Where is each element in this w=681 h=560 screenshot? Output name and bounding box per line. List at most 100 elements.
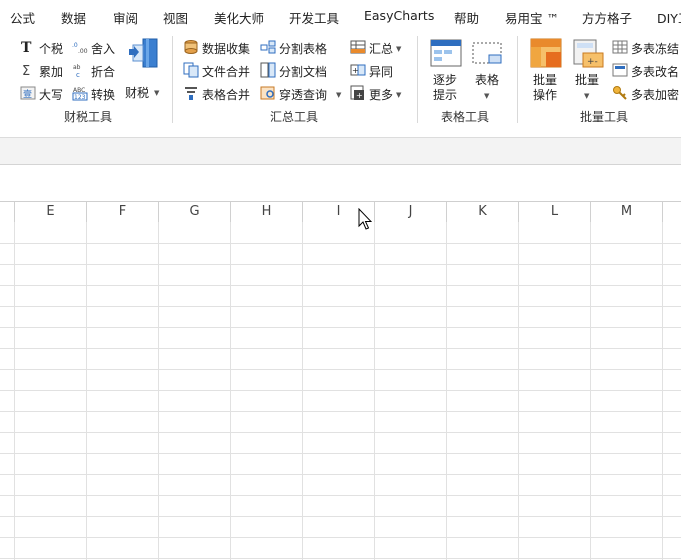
column-header-j[interactable]: J [375,202,447,222]
tab-easycharts[interactable]: EasyCharts [364,8,434,23]
svg-text:T: T [21,40,32,55]
table-menu-button[interactable]: 表格 ▼ [470,37,506,103]
column-header-k[interactable]: K [447,202,519,222]
batch-calculator-icon: +- [573,39,604,68]
column-header-m[interactable]: M [591,202,663,222]
grid-column-line [446,222,447,560]
svg-text:ab: ab [73,64,81,71]
grid-row-line [0,306,681,307]
grid-column-line [302,222,303,560]
column-header-l[interactable]: L [519,202,591,222]
tab-review[interactable]: 审阅 [113,8,138,27]
ribbon-bottom-strip [0,126,681,138]
worksheet-top-area [0,165,681,202]
svg-text:123: 123 [74,94,86,101]
grid-row-line [0,243,681,244]
table-group-label: 表格工具 [441,110,490,124]
compare-icon: + [350,64,366,76]
grid-row-line [0,411,681,412]
tab-fangfang-gezi[interactable]: 方方格子 [582,8,632,27]
grid-row-line [0,474,681,475]
svg-text:壹: 壹 [23,88,32,100]
database-stack-icon [184,40,198,54]
rename-sheet-icon [612,63,628,77]
chevron-down-icon: ▼ [584,92,590,100]
grid-row-line [0,348,681,349]
column-header-row: EFGHIJKLM [0,202,681,223]
chevron-down-icon: ▼ [396,91,402,99]
batch-menu-button[interactable]: +- 批量 ▼ [570,37,606,103]
tab-developer[interactable]: 开发工具 [289,8,339,27]
ribbon-tab-bar: 公式 数据 审阅 视图 美化大师 开发工具 EasyCharts 帮助 易用宝 … [0,0,681,31]
summary-group-label: 汇总工具 [270,110,319,124]
svg-text:c: c [76,71,80,78]
tax-menu-button[interactable]: 财税 ▼ [124,37,164,103]
grid-row-line [0,264,681,265]
grid-row-line [0,537,681,538]
group-divider [172,36,173,123]
convert-abc-icon: abc [73,64,81,78]
column-header-g[interactable]: G [159,202,231,222]
column-header-f[interactable]: F [87,202,159,222]
grid-column-line [230,222,231,560]
grid-row-line [0,495,681,496]
batch-operation-button[interactable]: 批量 操作 [528,37,564,103]
chevron-down-icon: ▼ [396,45,402,53]
svg-text:+: + [352,66,359,75]
grid-row-line [0,369,681,370]
tab-view[interactable]: 视图 [163,8,188,27]
svg-text:+-: +- [587,57,598,67]
freeze-panes-icon [612,40,628,54]
summary-grid-icon [350,40,366,54]
column-header-h[interactable]: H [231,202,303,222]
tab-formulas[interactable]: 公式 [10,8,35,27]
chevron-down-icon: ▼ [336,91,342,99]
tab-help[interactable]: 帮助 [454,8,479,27]
grid-row-line [0,432,681,433]
uppercase-icon: 壹 [20,86,36,100]
grid-column-line [86,222,87,560]
more-tools-icon: + [350,85,364,100]
grid-column-line [374,222,375,560]
group-divider [517,36,518,123]
round-decimal-icon: .0.00 [72,42,88,55]
grid-column-line [158,222,159,560]
step-hint-button[interactable]: 逐步 提示 [428,37,464,103]
key-icon [613,86,627,100]
tab-diy-tools[interactable]: DIY工 [657,8,681,27]
split-document-icon [260,62,276,78]
group-divider [417,36,418,123]
grid-column-line [662,222,663,560]
svg-text:+: + [356,91,363,100]
table-dashed-icon [472,42,502,64]
grid-column-line [14,222,15,560]
column-header-partial[interactable] [0,202,15,222]
abc-123-icon: ABC123 [72,87,88,101]
tax-group-label: 财税工具 [64,110,113,124]
grid-row-line [0,558,681,559]
column-header-e[interactable]: E [15,202,87,222]
svg-text:.00: .00 [78,48,88,55]
grid-column-line [590,222,591,560]
tax-stack-icon [129,38,158,68]
formula-bar[interactable] [0,138,681,165]
batch-group-label: 批量工具 [580,110,629,124]
grid-row-line [0,453,681,454]
grid-row-line [0,327,681,328]
tab-data[interactable]: 数据 [61,8,86,27]
merge-tables-icon [185,87,197,100]
split-table-icon [260,40,276,54]
grid-row-line [0,390,681,391]
merge-files-icon [183,62,199,78]
svg-text:Σ: Σ [22,64,30,78]
grid-row-line [0,516,681,517]
worksheet-grid[interactable] [0,222,681,560]
text-t-icon: T [21,40,32,55]
batch-grid-icon [530,38,562,68]
tab-beautify-master[interactable]: 美化大师 [214,8,264,27]
chevron-down-icon: ▼ [484,92,490,100]
tab-yiyongbao[interactable]: 易用宝 ™ [505,8,559,27]
step-hint-icon [430,39,462,67]
grid-row-line [0,285,681,286]
ribbon: T 个税 Σ 累加 壹 大写 .0.00 舍入 ab c 折合 ABC 123 转换… [0,31,681,127]
